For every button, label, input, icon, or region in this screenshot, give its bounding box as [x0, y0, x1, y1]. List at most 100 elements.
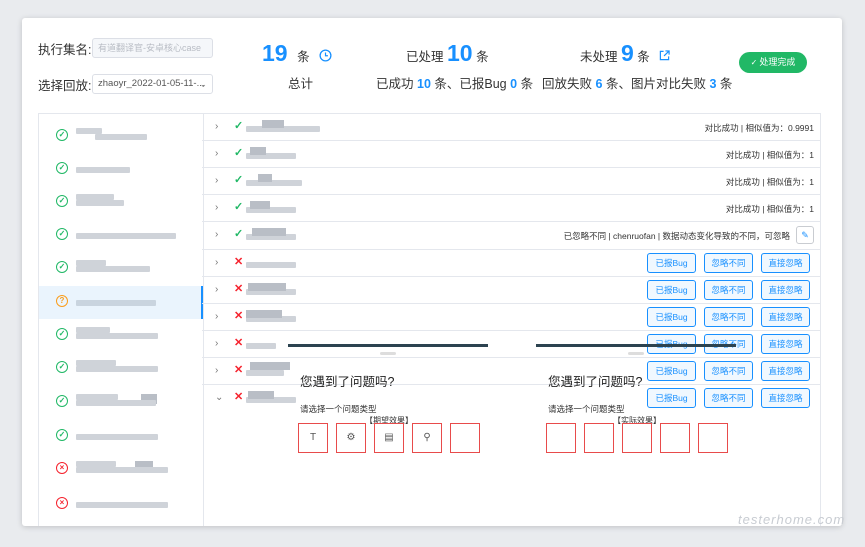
sidebar-item[interactable]: ✓ — [39, 186, 203, 219]
total-unit: 条 — [297, 50, 310, 64]
result-row[interactable]: › ✕ 已报Bug 忽略不同 直接忽略 — [202, 277, 820, 304]
processed-detail-a: 已成功 — [376, 77, 414, 91]
unprocessed-count: 未处理 9 条 — [580, 40, 670, 67]
gear-icon: ⚙ — [336, 423, 366, 453]
chevron-down-icon[interactable]: ⌄ — [215, 392, 223, 403]
ignore-direct-button[interactable]: 直接忽略 — [761, 361, 810, 381]
close-icon: ✕ — [234, 283, 244, 295]
result-text: 对比成功 | 相似值为：0.9991 — [704, 123, 814, 133]
result-row[interactable]: › ✓ 对比成功 | 相似值为：1 — [202, 141, 820, 168]
result-row[interactable]: › ✓ 已忽略不同 | chenruofan | 数据动态变化导致的不同，可忽略… — [202, 222, 820, 250]
chevron-right-icon[interactable]: › — [215, 175, 218, 186]
main-card: 执行集名: 有道翻译官-安卓核心case 选择回放: zhaoyr_2022-0… — [22, 18, 842, 526]
dialog-subtitle: 请选择一个问题类型 — [548, 404, 625, 414]
sidebar-item[interactable]: × — [39, 488, 203, 521]
sidebar-item[interactable]: ✓ — [39, 219, 203, 252]
chevron-right-icon[interactable]: › — [215, 284, 218, 295]
execution-set-input[interactable]: 有道翻译官-安卓核心case — [92, 38, 213, 58]
processed-prefix: 已处理 — [406, 50, 444, 64]
sidebar-item-active[interactable]: ? — [39, 286, 203, 319]
check-circle-icon: ✓ — [56, 228, 68, 240]
external-link-icon[interactable] — [659, 50, 670, 61]
ignore-diff-button[interactable]: 忽略不同 — [704, 280, 753, 300]
placeholder-box — [698, 423, 728, 453]
close-circle-icon: × — [56, 497, 68, 509]
result-text: 对比成功 | 相似值为：1 — [725, 150, 814, 160]
sidebar-item[interactable]: ✓ — [39, 153, 203, 186]
check-icon: ✓ — [234, 228, 244, 240]
check-icon: ✓ — [234, 120, 244, 132]
processed-bug-count: 0 — [510, 77, 518, 91]
ignore-direct-button[interactable]: 直接忽略 — [761, 253, 810, 273]
total-value: 19 — [262, 40, 288, 66]
chevron-right-icon[interactable]: › — [215, 311, 218, 322]
unprocessed-detail: 回放失败 6 条、图片对比失败 3 条 — [542, 73, 732, 92]
result-row[interactable]: › ✓ 对比成功 | 相似值为：1 — [202, 195, 820, 222]
expected-screenshot: 您遇到了问题吗? 请选择一个问题类型 T ⚙ ▤ ⚲ — [288, 344, 488, 453]
ignore-direct-button[interactable]: 直接忽略 — [761, 307, 810, 327]
placeholder-box — [546, 423, 576, 453]
processed-success-count: 10 — [417, 77, 431, 91]
close-icon: ✕ — [234, 256, 244, 268]
sidebar-item[interactable]: × — [39, 453, 203, 486]
chevron-down-icon: ⌄ — [199, 79, 207, 89]
ignore-direct-button[interactable]: 直接忽略 — [761, 280, 810, 300]
actual-screenshot: 您遇到了问题吗? 请选择一个问题类型 — [536, 344, 736, 453]
result-row[interactable]: › ✓ 对比成功 | 相似值为：0.9991 — [202, 114, 820, 141]
sidebar-item[interactable]: ✓ — [39, 420, 203, 453]
image-fail-count: 3 — [709, 77, 717, 91]
result-text: 已忽略不同 | chenruofan | 数据动态变化导致的不同，可忽略 — [563, 231, 790, 241]
sidebar-item[interactable]: ✓ — [39, 352, 203, 385]
replay-select-label: 选择回放: — [38, 79, 92, 93]
chevron-right-icon[interactable]: › — [215, 148, 218, 159]
close-icon: ✕ — [234, 391, 244, 403]
processed-detail-b: 条、已报Bug — [434, 77, 507, 91]
ignore-direct-button[interactable]: 直接忽略 — [761, 388, 810, 408]
chevron-right-icon[interactable]: › — [215, 202, 218, 213]
report-bug-button[interactable]: 已报Bug — [647, 253, 696, 273]
sidebar-item[interactable]: ✓ — [39, 252, 203, 285]
ignore-direct-button[interactable]: 直接忽略 — [761, 334, 810, 354]
clock-icon[interactable] — [319, 49, 332, 62]
dialog-title: 您遇到了问题吗? — [548, 375, 643, 389]
close-icon: ✕ — [234, 337, 244, 349]
unprocessed-detail-c: 条 — [719, 77, 733, 91]
report-bug-button[interactable]: 已报Bug — [647, 307, 696, 327]
ignore-diff-button[interactable]: 忽略不同 — [704, 307, 753, 327]
check-circle-icon: ✓ — [56, 395, 68, 407]
chevron-right-icon[interactable]: › — [215, 257, 218, 268]
processed-value: 10 — [447, 40, 473, 66]
replay-select[interactable]: zhaoyr_2022-01-05-11-... ⌄ — [92, 74, 213, 94]
replay-fail-count: 6 — [595, 77, 603, 91]
finish-processing-label: 处理完成 — [759, 57, 796, 67]
result-row[interactable]: › ✕ 已报Bug 忽略不同 直接忽略 — [202, 304, 820, 331]
ignore-diff-button[interactable]: 忽略不同 — [704, 253, 753, 273]
document-icon: ▤ — [374, 423, 404, 453]
case-sidebar[interactable]: ✓ ✓ ✓ ✓ ✓ ? ✓ ✓ ✓ ✓ × × — [38, 113, 204, 526]
finish-processing-button[interactable]: ✓ 处理完成 — [739, 52, 807, 73]
summary-header: 执行集名: 有道翻译官-安卓核心case 选择回放: zhaoyr_2022-0… — [22, 18, 842, 113]
report-bug-button[interactable]: 已报Bug — [647, 280, 696, 300]
watermark: testerhome.com — [738, 512, 846, 527]
unprocessed-value: 9 — [621, 40, 634, 66]
result-row[interactable]: › ✕ 已报Bug 忽略不同 直接忽略 — [202, 250, 820, 277]
sidebar-item[interactable]: ✓ — [39, 386, 203, 419]
dialog-subtitle: 请选择一个问题类型 — [300, 404, 377, 414]
check-icon: ✓ — [234, 201, 244, 213]
check-circle-icon: ✓ — [56, 328, 68, 340]
search-icon: ⚲ — [412, 423, 442, 453]
chevron-right-icon[interactable]: › — [215, 229, 218, 240]
unprocessed-prefix: 未处理 — [580, 50, 618, 64]
total-count: 19 条 — [262, 40, 332, 67]
sidebar-item[interactable]: ✓ — [39, 319, 203, 352]
chevron-right-icon[interactable]: › — [215, 121, 218, 132]
check-circle-icon: ✓ — [56, 195, 68, 207]
result-row[interactable]: › ✓ 对比成功 | 相似值为：1 — [202, 168, 820, 195]
edit-icon[interactable]: ✎ — [796, 226, 814, 244]
sidebar-item[interactable]: ✓ — [39, 120, 203, 153]
chevron-right-icon[interactable]: › — [215, 338, 218, 349]
check-circle-icon: ✓ — [56, 162, 68, 174]
chevron-right-icon[interactable]: › — [215, 365, 218, 376]
processed-detail-c: 条 — [520, 77, 534, 91]
check-circle-icon: ✓ — [56, 361, 68, 373]
